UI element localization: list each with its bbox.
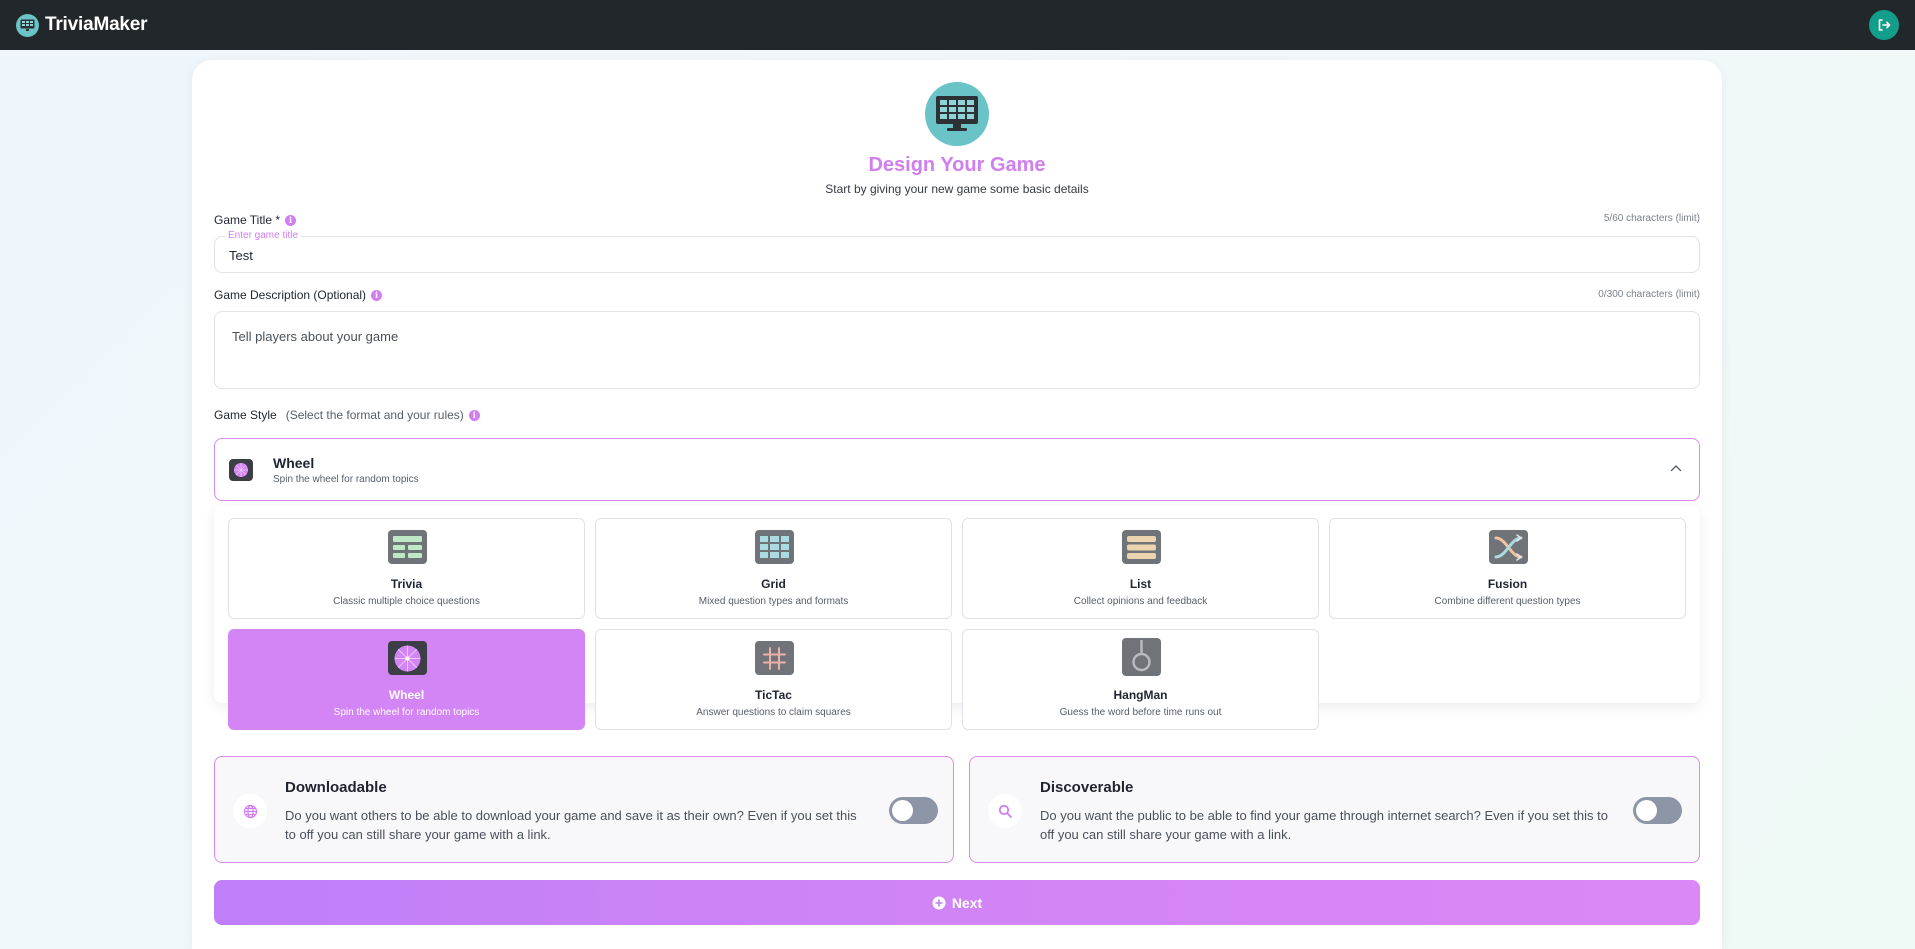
game-title-char-count: 5/60 characters (limit) xyxy=(1603,213,1700,224)
style-option-name: HangMan xyxy=(1113,688,1168,702)
game-style-hint: (Select the format and your rules) xyxy=(285,408,464,422)
game-title-placeholder: Enter game title xyxy=(225,230,302,241)
style-option-name: TicTac xyxy=(755,688,792,702)
style-option-name: Trivia xyxy=(390,577,423,591)
style-option-description: Answer questions to claim squares xyxy=(696,707,851,718)
game-description-textarea[interactable]: Tell players about your game xyxy=(214,311,1700,389)
selected-style-name: Wheel xyxy=(273,455,315,471)
style-option-description: Collect opinions and feedback xyxy=(1073,596,1208,607)
page-title: Design Your Game xyxy=(868,154,1046,176)
discoverable-toggle[interactable] xyxy=(1633,797,1682,824)
selected-style-description: Spin the wheel for random topics xyxy=(273,474,419,485)
style-option-name: Wheel xyxy=(388,688,425,702)
style-option-trivia[interactable]: Trivia Classic multiple choice questions xyxy=(228,518,585,619)
downloadable-title: Downloadable xyxy=(285,779,387,796)
grid-icon xyxy=(755,530,794,564)
style-option-name: List xyxy=(1129,577,1152,591)
style-option-name: Grid xyxy=(761,577,786,591)
style-option-fusion[interactable]: Fusion Combine different question types xyxy=(1329,518,1686,619)
game-description-label: Game Description (Optional) i xyxy=(214,288,383,302)
search-icon xyxy=(988,794,1022,828)
globe-icon xyxy=(233,794,267,828)
game-title-label: Game Title * i xyxy=(214,213,297,227)
wheel-icon xyxy=(388,641,427,675)
list-icon xyxy=(1122,530,1161,564)
game-style-label: Game Style (Select the format and your r… xyxy=(214,408,480,422)
style-option-description: Combine different question types xyxy=(1434,596,1581,607)
info-icon[interactable]: i xyxy=(371,289,383,301)
style-option-tictac[interactable]: TicTac Answer questions to claim squares xyxy=(595,629,952,730)
logout-button[interactable] xyxy=(1869,10,1899,40)
monitor-grid-icon xyxy=(925,82,989,146)
downloadable-setting: Downloadable Do you want others to be ab… xyxy=(214,756,954,863)
toggle-knob xyxy=(1636,800,1657,821)
downloadable-toggle[interactable] xyxy=(889,797,938,824)
game-style-dropdown[interactable]: Wheel Spin the wheel for random topics xyxy=(214,438,1700,501)
plus-circle-icon xyxy=(932,896,946,909)
style-option-description: Classic multiple choice questions xyxy=(333,596,480,607)
design-game-card: Design Your Game Start by giving your ne… xyxy=(192,60,1722,949)
next-label: Next xyxy=(951,894,983,911)
style-option-list[interactable]: List Collect opinions and feedback xyxy=(962,518,1319,619)
style-option-wheel[interactable]: Wheel Spin the wheel for random topics xyxy=(228,629,585,730)
toggle-knob xyxy=(892,800,913,821)
trivia-icon xyxy=(388,530,427,564)
style-option-description: Guess the word before time runs out xyxy=(1059,707,1222,718)
style-option-description: Spin the wheel for random topics xyxy=(333,707,480,718)
hangman-icon xyxy=(1122,638,1161,676)
info-icon[interactable]: i xyxy=(468,409,480,421)
discoverable-title: Discoverable xyxy=(1040,779,1134,796)
game-title-input[interactable]: Enter game title Test xyxy=(214,230,1700,273)
next-button[interactable]: Next xyxy=(214,880,1700,925)
wheel-icon xyxy=(229,459,253,481)
chevron-up-icon xyxy=(1670,465,1682,472)
info-icon[interactable]: i xyxy=(285,214,297,226)
top-bar: TriviaMaker xyxy=(0,0,1915,50)
game-style-options: Trivia Classic multiple choice questions… xyxy=(214,506,1700,730)
game-title-value: Test xyxy=(229,248,253,263)
style-option-name: Fusion xyxy=(1487,577,1528,591)
discoverable-setting: Discoverable Do you want the public to b… xyxy=(969,756,1700,863)
style-option-grid[interactable]: Grid Mixed question types and formats xyxy=(595,518,952,619)
brand[interactable]: TriviaMaker xyxy=(16,13,148,37)
style-option-hangman[interactable]: HangMan Guess the word before time runs … xyxy=(962,629,1319,730)
game-description-placeholder: Tell players about your game xyxy=(232,329,399,344)
app-name: TriviaMaker xyxy=(45,14,148,35)
tictac-icon xyxy=(755,641,794,675)
game-description-char-count: 0/300 characters (limit) xyxy=(1598,289,1700,300)
fusion-icon xyxy=(1489,530,1528,564)
monitor-grid-icon xyxy=(16,13,39,37)
downloadable-description: Do you want others to be able to downloa… xyxy=(285,808,857,842)
page-subtitle: Start by giving your new game some basic… xyxy=(825,182,1089,196)
style-option-description: Mixed question types and formats xyxy=(698,596,849,607)
discoverable-description: Do you want the public to be able to fin… xyxy=(1040,808,1609,842)
logout-icon xyxy=(1878,19,1891,31)
